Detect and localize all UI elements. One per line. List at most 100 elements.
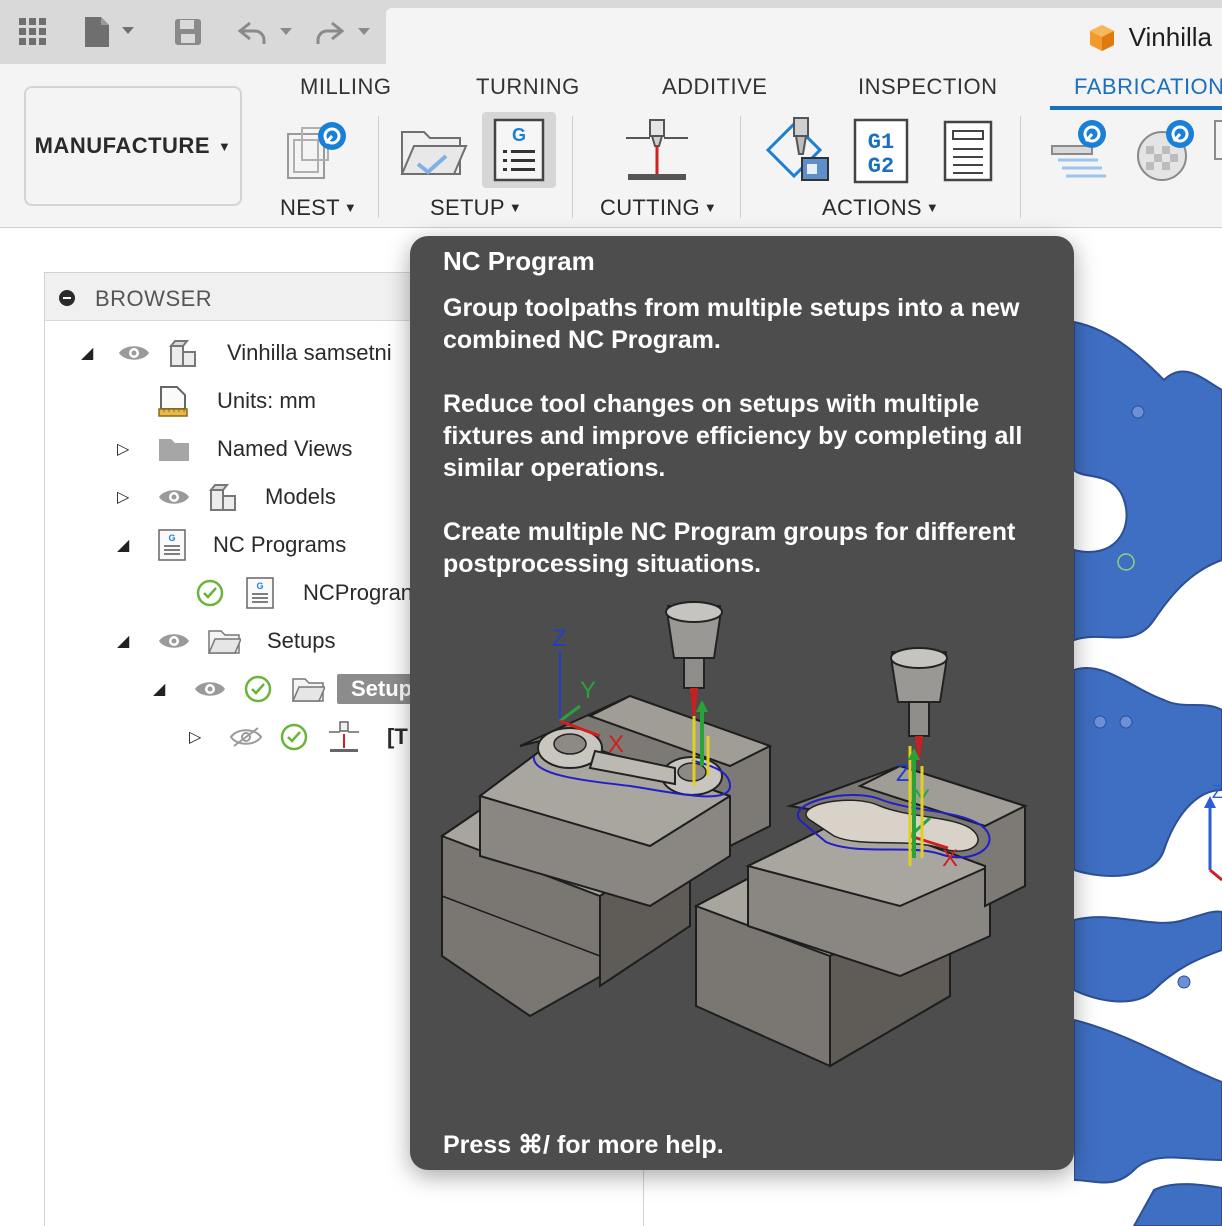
component-icon: [207, 482, 239, 512]
nest-tool-button[interactable]: [282, 118, 352, 184]
redo-icon[interactable]: [314, 12, 376, 52]
nc-program-icon: G: [157, 529, 187, 561]
browser-item-root[interactable]: ◢ Vinhilla samsetni: [81, 333, 392, 373]
check-circle-icon: [279, 722, 309, 752]
document-tab[interactable]: Vinhilla: [386, 8, 1222, 64]
tab-additive[interactable]: ADDITIVE: [662, 74, 767, 100]
expanded-triangle-icon[interactable]: ◢: [117, 535, 141, 555]
axis-z-label: Z: [1212, 782, 1222, 802]
inspect-tool-button[interactable]: [1132, 116, 1202, 186]
eye-hidden-icon[interactable]: [229, 725, 263, 749]
ribbon-divider: [572, 116, 573, 218]
right-fixture-block: Z Y X: [693, 647, 1028, 1068]
folder-setup-icon: [207, 627, 241, 655]
tab-milling[interactable]: MILLING: [300, 74, 392, 100]
browser-item-label: Named Views: [217, 436, 353, 461]
browser-item-named-views[interactable]: ▷ Named Views: [117, 429, 352, 469]
cutting-tool-button[interactable]: [622, 116, 692, 186]
browser-item-models[interactable]: ▷ Models: [117, 477, 336, 517]
eye-visibility-icon[interactable]: [157, 486, 191, 508]
expanded-triangle-icon[interactable]: ◢: [153, 679, 177, 699]
browser-item-ncprogram[interactable]: G NCProgran: [195, 573, 413, 613]
expanded-triangle-icon[interactable]: ◢: [81, 343, 105, 363]
collapse-panel-icon[interactable]: [59, 290, 75, 306]
browser-item-setups[interactable]: ◢ Setups: [117, 621, 336, 661]
tool-library-icon: [1044, 116, 1114, 186]
setup-sheet-icon: [942, 119, 994, 183]
browser-item-label: [T: [387, 724, 408, 749]
workspace-label: MANUFACTURE: [34, 133, 210, 158]
svg-text:X: X: [608, 731, 624, 758]
setup-tool-button[interactable]: [396, 118, 468, 184]
browser-item-toolpath[interactable]: ▷ [T: [189, 717, 408, 757]
workspace-switcher-button[interactable]: MANUFACTURE ▼: [24, 86, 242, 206]
nc-program-tooltip: NC Program Group toolpaths from multiple…: [410, 236, 1074, 1170]
ribbon-divider: [1020, 116, 1021, 218]
collapsed-triangle-icon[interactable]: ▷: [117, 439, 141, 459]
component-cube-icon: [1087, 23, 1117, 53]
file-menu-icon[interactable]: [82, 12, 138, 52]
nest-group-label[interactable]: NEST ▼: [280, 195, 357, 221]
overflow-tool-button[interactable]: [1214, 120, 1222, 160]
app-window: Vinhilla MANUFACTURE ▼ MILLING TURNING A…: [0, 0, 1222, 1226]
undo-icon[interactable]: [236, 12, 298, 52]
svg-text:G2: G2: [868, 154, 894, 179]
browser-item-nc-programs[interactable]: ◢ G NC Programs: [117, 525, 346, 565]
browser-item-label: Models: [265, 484, 336, 509]
nc-program-tool-button[interactable]: G: [482, 112, 556, 188]
collapsed-triangle-icon[interactable]: ▷: [189, 727, 213, 747]
tab-turning[interactable]: TURNING: [476, 74, 580, 100]
eye-visibility-icon[interactable]: [193, 678, 227, 700]
canvas-viewport[interactable]: Z: [1073, 230, 1222, 1226]
folder-icon: [157, 435, 191, 463]
nc-program-icon: G: [491, 117, 547, 183]
component-icon: [167, 338, 199, 368]
model-parts-graphic: Z: [1073, 320, 1222, 1226]
stock-checker-icon: [1132, 116, 1202, 186]
browser-item-label: NCProgran: [303, 580, 414, 605]
browser-item-label: Setups: [267, 628, 336, 653]
document-title: Vinhilla: [1128, 22, 1212, 52]
browser-item-label: Units: mm: [217, 388, 316, 413]
check-circle-icon: [195, 578, 225, 608]
svg-text:Z: Z: [552, 625, 567, 652]
folder-setup-icon: [396, 118, 468, 184]
svg-text:G: G: [256, 581, 263, 591]
actions-group-label[interactable]: ACTIONS ▼: [822, 195, 939, 221]
browser-item-setup[interactable]: ◢ Setup: [153, 669, 427, 709]
folder-setup-icon: [291, 675, 325, 703]
browser-item-units[interactable]: Units: mm: [157, 381, 316, 421]
browser-title: BROWSER: [95, 286, 213, 311]
ribbon-divider: [740, 116, 741, 218]
tab-inspection[interactable]: INSPECTION: [858, 74, 997, 100]
g1-g2-icon: G1 G2: [852, 117, 910, 185]
ribbon-divider: [378, 116, 379, 218]
setup-group-label[interactable]: SETUP ▼: [430, 195, 522, 221]
expanded-triangle-icon[interactable]: ◢: [117, 631, 141, 651]
cutting-group-label[interactable]: CUTTING ▼: [600, 195, 717, 221]
svg-text:Y: Y: [580, 677, 596, 704]
chevron-down-icon: ▼: [218, 138, 232, 154]
units-doc-icon: [157, 385, 189, 417]
svg-text:G: G: [168, 533, 175, 543]
browser-item-label: Vinhilla samsetni: [227, 340, 392, 365]
manage-tool-button[interactable]: [1044, 116, 1114, 186]
tooltip-paragraph-1: Group toolpaths from multiple setups int…: [443, 294, 1020, 354]
eye-visibility-icon[interactable]: [157, 630, 191, 652]
eye-visibility-icon[interactable]: [117, 342, 151, 364]
tooltip-title: NC Program: [443, 246, 595, 276]
apps-grid-icon[interactable]: [16, 12, 50, 52]
simulate-tool-button[interactable]: [764, 114, 836, 186]
tooltip-paragraph-2: Reduce tool changes on setups with multi…: [443, 390, 1023, 482]
collapsed-triangle-icon[interactable]: ▷: [117, 487, 141, 507]
svg-text:X: X: [942, 845, 958, 872]
active-tab-indicator: [1050, 106, 1222, 110]
svg-text:Z: Z: [896, 760, 911, 787]
nc-program-illustration: Z Y X Z X: [439, 601, 1028, 1068]
post-process-tool-button[interactable]: G1 G2: [852, 116, 910, 186]
quick-access-toolbar: Vinhilla: [0, 0, 1222, 64]
cutting-torch-icon: [327, 720, 361, 754]
tab-fabrication[interactable]: FABRICATION: [1074, 74, 1222, 100]
save-icon[interactable]: [172, 12, 204, 52]
setup-sheet-tool-button[interactable]: [940, 118, 996, 184]
